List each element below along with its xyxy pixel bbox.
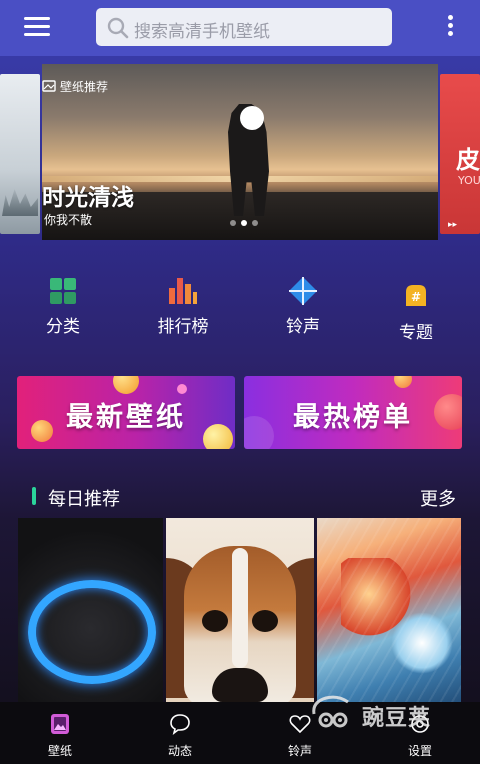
- section-accent-bar: [32, 487, 36, 505]
- promo-label: 最新壁纸: [66, 402, 186, 433]
- banner-main[interactable]: 壁纸推荐 时光清浅 你我不散: [42, 64, 438, 240]
- category-label: 铃声: [286, 317, 320, 337]
- wallpaper-tile[interactable]: [166, 518, 314, 702]
- chat-bubble-icon: [140, 712, 220, 736]
- diamond-icon: [288, 276, 318, 306]
- carousel-indicator: [230, 211, 263, 230]
- promo-hot-ranking[interactable]: 最热榜单: [244, 376, 462, 449]
- banner-title: 时光清浅: [42, 185, 134, 211]
- more-link[interactable]: 更多: [420, 485, 456, 511]
- category-label: 专题: [399, 323, 433, 343]
- nav-label: 铃声: [287, 744, 312, 758]
- category-label: 排行榜: [157, 317, 209, 337]
- watermark: 豌豆荚: [308, 690, 448, 734]
- promo-label: 最热榜单: [293, 402, 413, 433]
- category-ringtone[interactable]: 铃声: [263, 276, 343, 342]
- category-label: 分类: [46, 317, 80, 337]
- nav-label: 动态: [167, 744, 192, 758]
- banner-subtitle: 你我不散: [44, 213, 93, 227]
- promo-latest-wallpapers[interactable]: 最新壁纸: [17, 376, 235, 449]
- watermark-text: 豌豆荚: [362, 706, 432, 731]
- svg-text:#: #: [411, 290, 421, 304]
- grid-icon: [48, 276, 78, 306]
- menu-icon[interactable]: [24, 17, 50, 37]
- wallpaper-tile[interactable]: [317, 518, 461, 702]
- banner-next-card[interactable]: 皮 YOU ▸▸: [440, 74, 480, 234]
- nav-wallpaper[interactable]: 壁纸: [20, 712, 100, 759]
- banner-tag: 壁纸推荐: [60, 80, 109, 94]
- wallpaper-tile[interactable]: [18, 518, 163, 702]
- category-topics[interactable]: # 专题: [376, 282, 456, 348]
- section-title: 每日推荐: [48, 489, 120, 510]
- top-app-bar: 搜索高清手机壁纸: [0, 0, 480, 56]
- banner-carousel[interactable]: 壁纸推荐 时光清浅 你我不散 皮 YOU ▸▸: [0, 64, 480, 244]
- search-icon: [107, 17, 129, 39]
- search-placeholder: 搜索高清手机壁纸: [134, 22, 270, 42]
- nav-label: 壁纸: [47, 744, 72, 758]
- image-icon: [42, 80, 56, 92]
- hashtag-icon: #: [401, 282, 431, 312]
- banner-prev-card[interactable]: [0, 74, 40, 234]
- bar-chart-icon: [168, 276, 198, 306]
- wandoujia-logo-icon: [312, 695, 349, 728]
- category-classify[interactable]: 分类: [23, 276, 103, 342]
- wallpaper-icon: [20, 712, 100, 736]
- category-ranking[interactable]: 排行榜: [143, 276, 223, 342]
- nav-label: 设置: [407, 744, 432, 758]
- search-input[interactable]: 搜索高清手机壁纸: [96, 8, 392, 46]
- overflow-menu-icon[interactable]: [444, 15, 456, 41]
- nav-feed[interactable]: 动态: [140, 712, 220, 759]
